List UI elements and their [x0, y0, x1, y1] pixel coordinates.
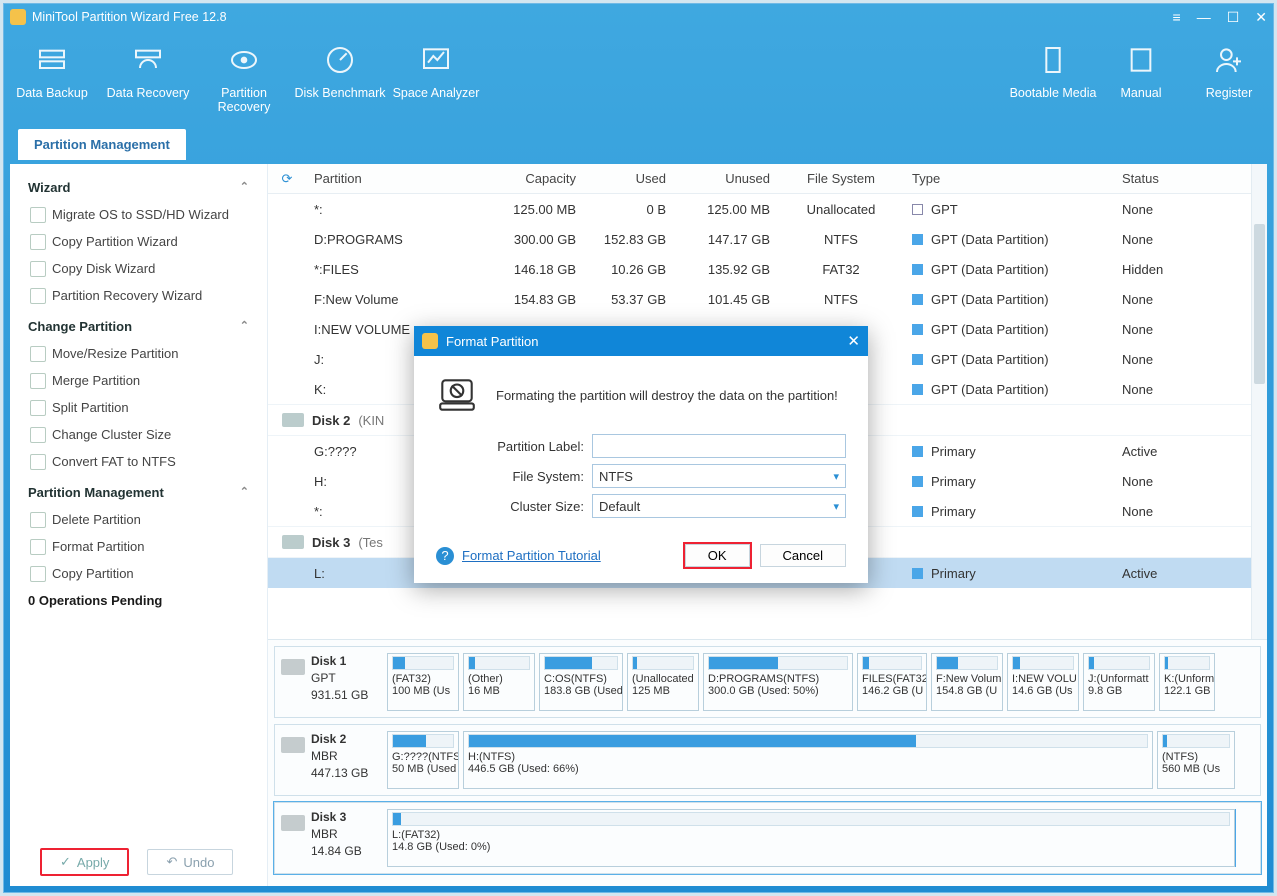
tutorial-link[interactable]: Format Partition Tutorial — [462, 548, 601, 563]
partition-label-input[interactable] — [592, 434, 846, 458]
warning-icon — [436, 374, 478, 416]
label-file-system: File System: — [436, 469, 592, 484]
dialog-close-icon[interactable]: ✕ — [847, 332, 860, 350]
modal-backdrop: Format Partition ✕ Formating the partiti… — [0, 0, 1277, 896]
help-icon[interactable]: ? — [436, 547, 454, 565]
cluster-size-select[interactable]: Default — [592, 494, 846, 518]
file-system-select[interactable]: NTFS — [592, 464, 846, 488]
format-partition-dialog: Format Partition ✕ Formating the partiti… — [414, 326, 868, 583]
app-logo-icon — [422, 333, 438, 349]
label-partition-label: Partition Label: — [436, 439, 592, 454]
warning-text: Formating the partition will destroy the… — [496, 388, 838, 403]
dialog-title: Format Partition — [446, 334, 538, 349]
cancel-button[interactable]: Cancel — [760, 544, 846, 567]
ok-button[interactable]: OK — [685, 544, 750, 567]
dialog-titlebar: Format Partition ✕ — [414, 326, 868, 356]
label-cluster-size: Cluster Size: — [436, 499, 592, 514]
